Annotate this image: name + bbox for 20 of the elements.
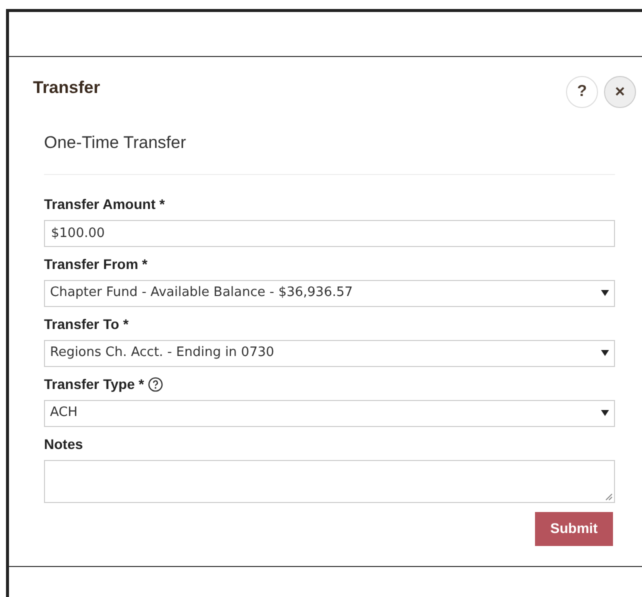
dropdown-field[interactable]: ACH [44,400,615,426]
form-heading: One-Time Transfer [44,130,615,174]
caret-icon [601,410,609,416]
help-button[interactable]: ? [566,76,598,108]
field-label: Transfer Amount * [44,195,165,214]
caret-icon [601,350,609,356]
field-label: Notes [44,435,83,454]
dialog-title: Transfer [33,77,100,99]
field-label: Transfer From * [44,255,148,274]
amount-field[interactable]: $100.00 [44,220,615,246]
caret-icon [601,290,609,296]
field-label: Transfer To * [44,315,129,334]
close-button[interactable]: × [604,76,636,108]
field-label: Transfer Type * [44,375,144,394]
resize-grip-icon [605,492,613,500]
dropdown-field[interactable]: Regions Ch. Acct. - Ending in 0730 [44,340,615,366]
help-icon[interactable] [148,377,164,392]
submit-button[interactable]: Submit [535,512,613,546]
dropdown-field[interactable]: Chapter Fund - Available Balance - $36,936.57 [44,280,615,306]
notes-field[interactable] [44,460,615,502]
